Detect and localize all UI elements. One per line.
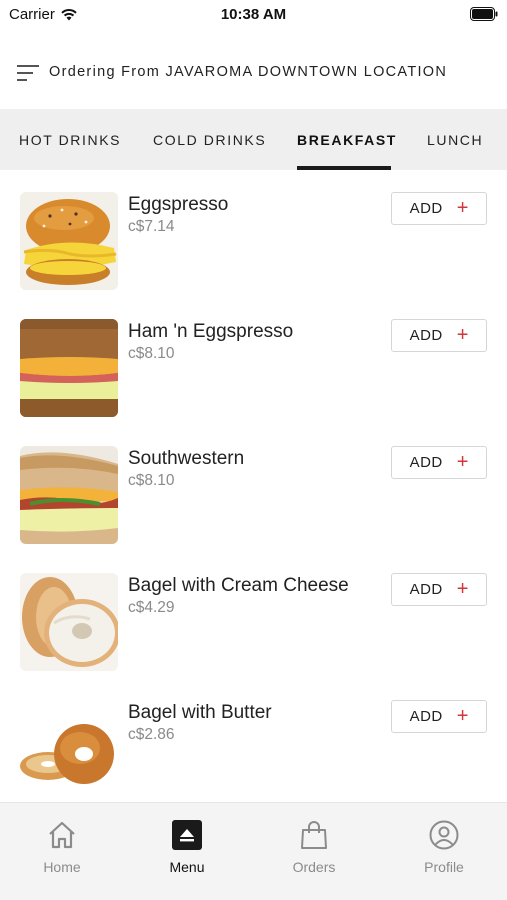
item-price: c$4.29 — [128, 599, 175, 616]
add-button-label: ADD — [409, 708, 443, 725]
item-price: c$7.14 — [128, 218, 175, 235]
sandwich-icon — [20, 319, 118, 417]
menu-item[interactable]: Bagel with Butter c$2.86 ADD + — [0, 678, 507, 802]
tab-breakfast[interactable]: BREAKFAST — [297, 109, 397, 170]
plus-icon: + — [456, 450, 469, 473]
nav-profile-label: Profile — [424, 859, 464, 875]
add-to-cart-button[interactable]: ADD + — [391, 192, 487, 225]
nav-orders-label: Orders — [292, 859, 336, 875]
menu-item-list[interactable]: Eggspresso c$7.14 ADD + Ham 'n Eggspress… — [0, 170, 507, 802]
sort-lines-icon[interactable] — [17, 64, 39, 82]
plus-icon: + — [456, 577, 469, 600]
sandwich-icon — [20, 192, 118, 290]
item-price: c$2.86 — [128, 726, 175, 743]
item-price: c$8.10 — [128, 472, 175, 489]
tab-hot-drinks[interactable]: HOT DRINKS — [19, 109, 121, 170]
item-price: c$8.10 — [128, 345, 175, 362]
location-label: Ordering From JAVAROMA DOWNTOWN LOCATION — [49, 64, 448, 80]
profile-icon — [428, 819, 460, 851]
add-to-cart-button[interactable]: ADD + — [391, 700, 487, 733]
nav-menu[interactable]: Menu — [142, 819, 232, 879]
item-name: Southwestern — [128, 448, 245, 469]
nav-home-label: Home — [43, 859, 81, 875]
plus-icon: + — [456, 704, 469, 727]
item-name: Bagel with Butter — [128, 702, 272, 723]
menu-item[interactable]: Bagel with Cream Cheese c$4.29 ADD + — [0, 551, 507, 678]
menu-item[interactable]: Southwestern c$8.10 ADD + — [0, 424, 507, 551]
item-name: Eggspresso — [128, 194, 229, 215]
nav-home[interactable]: Home — [17, 819, 107, 879]
bagel-icon — [20, 700, 118, 798]
battery-icon — [470, 7, 498, 26]
shopping-bag-icon — [298, 819, 330, 851]
nav-orders[interactable]: Orders — [269, 819, 359, 879]
category-tabs: HOT DRINKS COLD DRINKS BREAKFAST LUNCH — [0, 109, 507, 170]
tab-cold-drinks[interactable]: COLD DRINKS — [153, 109, 266, 170]
item-name: Bagel with Cream Cheese — [128, 575, 349, 596]
add-button-label: ADD — [409, 200, 443, 217]
add-button-label: ADD — [409, 581, 443, 598]
menu-item[interactable]: Eggspresso c$7.14 ADD + — [0, 170, 507, 297]
tab-lunch[interactable]: LUNCH — [427, 109, 483, 170]
nav-menu-label: Menu — [169, 859, 205, 875]
location-header[interactable]: Ordering From JAVAROMA DOWNTOWN LOCATION — [0, 52, 507, 92]
sandwich-icon — [20, 446, 118, 544]
add-button-label: ADD — [409, 454, 443, 471]
add-to-cart-button[interactable]: ADD + — [391, 446, 487, 479]
menu-item[interactable]: Ham 'n Eggspresso c$8.10 ADD + — [0, 297, 507, 424]
status-time: 10:38 AM — [220, 6, 287, 23]
bagel-icon — [20, 573, 118, 671]
status-bar: Carrier 10:38 AM — [0, 0, 507, 30]
bottom-tab-bar: Home Menu Orders Profile — [0, 802, 507, 900]
plus-icon: + — [456, 323, 469, 346]
plus-icon: + — [456, 196, 469, 219]
menu-icon — [171, 819, 203, 851]
home-icon — [46, 819, 78, 851]
item-name: Ham 'n Eggspresso — [128, 321, 294, 342]
add-button-label: ADD — [409, 327, 443, 344]
nav-profile[interactable]: Profile — [399, 819, 489, 879]
add-to-cart-button[interactable]: ADD + — [391, 319, 487, 352]
add-to-cart-button[interactable]: ADD + — [391, 573, 487, 606]
